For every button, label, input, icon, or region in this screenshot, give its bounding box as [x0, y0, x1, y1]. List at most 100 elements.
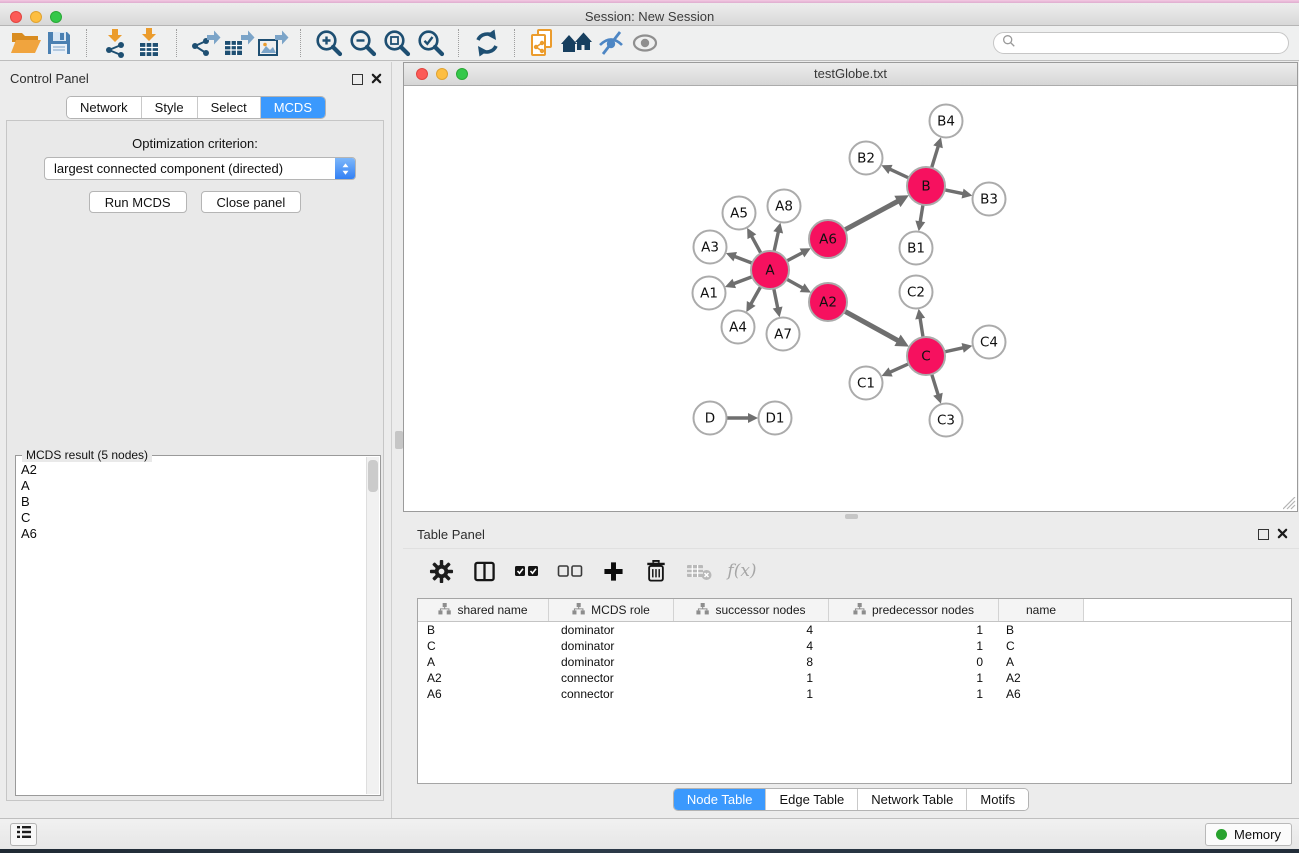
- graph-edge-A-A4[interactable]: [746, 287, 760, 312]
- graph-edge-A-A1[interactable]: [725, 277, 752, 288]
- graph-edge-A6-B[interactable]: [845, 195, 909, 229]
- columns-icon[interactable]: [470, 560, 498, 583]
- tab-motifs[interactable]: Motifs: [966, 789, 1028, 810]
- graph-edge-A-A7[interactable]: [773, 289, 783, 317]
- import-network-icon[interactable]: [98, 26, 132, 60]
- doc-share-icon[interactable]: [526, 26, 560, 60]
- mcds-result-item[interactable]: C: [21, 510, 366, 526]
- tab-network[interactable]: Network: [67, 97, 141, 118]
- horizontal-splitter-handle[interactable]: [845, 514, 858, 519]
- show-eye-icon[interactable]: [628, 26, 662, 60]
- home-icon[interactable]: [560, 26, 594, 60]
- close-window-button[interactable]: [10, 11, 22, 23]
- table-close-icon[interactable]: [1277, 526, 1288, 544]
- table-row[interactable]: Adominator80A: [418, 654, 1291, 670]
- export-image-icon[interactable]: [256, 26, 290, 60]
- graph-edge-A2-C[interactable]: [845, 311, 909, 346]
- optimization-criterion-dropdown[interactable]: largest connected component (directed): [44, 157, 356, 180]
- graph-node-A1[interactable]: A1: [693, 277, 726, 310]
- zoom-window-button[interactable]: [50, 11, 62, 23]
- graph-node-B1[interactable]: B1: [900, 232, 933, 265]
- graph-node-A7[interactable]: A7: [767, 318, 800, 351]
- graph-node-C3[interactable]: C3: [930, 404, 963, 437]
- graph-edge-D-D1[interactable]: [727, 413, 758, 423]
- save-icon[interactable]: [42, 26, 76, 60]
- mcds-result-item[interactable]: A2: [21, 462, 366, 478]
- select-all-icon[interactable]: [513, 563, 541, 579]
- network-close-button[interactable]: [416, 68, 428, 80]
- graph-edge-C-C3[interactable]: [932, 375, 943, 404]
- table-row[interactable]: A6connector11A6: [418, 686, 1291, 702]
- graph-node-C[interactable]: C: [907, 337, 945, 375]
- open-icon[interactable]: [8, 26, 42, 60]
- graph-node-B2[interactable]: B2: [850, 142, 883, 175]
- graph-node-A5[interactable]: A5: [723, 197, 756, 230]
- task-history-button[interactable]: [10, 823, 37, 846]
- close-panel-icon[interactable]: [371, 71, 382, 89]
- table-row[interactable]: Cdominator41C: [418, 638, 1291, 654]
- graph-edge-B-B4[interactable]: [932, 137, 943, 167]
- deselect-all-icon[interactable]: [556, 563, 584, 579]
- column-header-shared-name[interactable]: shared name: [418, 599, 549, 621]
- network-graph-canvas[interactable]: B4B2BB3A8A5A6A3B1AC2A1A2A4A7C4CC1C3DD1: [404, 86, 1297, 511]
- graph-edge-A-A3[interactable]: [726, 252, 752, 263]
- table-row[interactable]: A2connector11A2: [418, 670, 1291, 686]
- resize-grip-icon[interactable]: [1283, 497, 1296, 510]
- search-box[interactable]: [993, 32, 1289, 54]
- zoom-in-icon[interactable]: [312, 26, 346, 60]
- hide-eye-icon[interactable]: [594, 26, 628, 60]
- graph-node-C4[interactable]: C4: [973, 326, 1006, 359]
- graph-node-A6[interactable]: A6: [809, 220, 847, 258]
- graph-node-A4[interactable]: A4: [722, 311, 755, 344]
- graph-edge-B-B3[interactable]: [945, 189, 972, 199]
- mcds-result-item[interactable]: B: [21, 494, 366, 510]
- graph-edge-A-A2[interactable]: [787, 279, 811, 292]
- tab-network-table[interactable]: Network Table: [857, 789, 966, 810]
- graph-node-C1[interactable]: C1: [850, 367, 883, 400]
- mcds-result-item[interactable]: A6: [21, 526, 366, 542]
- float-panel-icon[interactable]: [352, 72, 363, 90]
- zoom-fit-icon[interactable]: [380, 26, 414, 60]
- graph-node-C2[interactable]: C2: [900, 276, 933, 309]
- graph-edge-A-A8[interactable]: [773, 223, 783, 251]
- zoom-selected-icon[interactable]: [414, 26, 448, 60]
- graph-node-A8[interactable]: A8: [768, 190, 801, 223]
- export-network-icon[interactable]: [188, 26, 222, 60]
- graph-edge-C-C4[interactable]: [945, 343, 972, 353]
- graph-node-B[interactable]: B: [907, 167, 945, 205]
- search-input[interactable]: [1021, 35, 1280, 51]
- column-header-name[interactable]: name: [999, 599, 1084, 621]
- graph-edge-C-C1[interactable]: [882, 364, 909, 376]
- graph-edge-C-C2[interactable]: [915, 309, 925, 337]
- gear-icon[interactable]: [427, 559, 455, 584]
- network-minimize-button[interactable]: [436, 68, 448, 80]
- tab-style[interactable]: Style: [141, 97, 197, 118]
- column-header-MCDS-role[interactable]: MCDS role: [549, 599, 674, 621]
- tab-select[interactable]: Select: [197, 97, 260, 118]
- table-float-icon[interactable]: [1258, 527, 1269, 545]
- column-header-successor-nodes[interactable]: successor nodes: [674, 599, 829, 621]
- run-mcds-button[interactable]: Run MCDS: [89, 191, 187, 213]
- tab-node-table[interactable]: Node Table: [674, 789, 766, 810]
- tab-mcds[interactable]: MCDS: [260, 97, 325, 118]
- import-table-icon[interactable]: [132, 26, 166, 60]
- tab-edge-table[interactable]: Edge Table: [765, 789, 857, 810]
- column-header-predecessor-nodes[interactable]: predecessor nodes: [829, 599, 999, 621]
- trash-icon[interactable]: [642, 559, 670, 583]
- main-titlebar[interactable]: Session: New Session: [0, 3, 1299, 26]
- close-panel-button[interactable]: Close panel: [201, 191, 302, 213]
- add-icon[interactable]: [599, 561, 627, 582]
- export-table-icon[interactable]: [222, 26, 256, 60]
- graph-edge-A-A6[interactable]: [787, 248, 811, 261]
- mcds-result-list[interactable]: A2ABCA6: [17, 458, 366, 794]
- graph-node-A3[interactable]: A3: [694, 231, 727, 264]
- graph-node-B4[interactable]: B4: [930, 105, 963, 138]
- zoom-out-icon[interactable]: [346, 26, 380, 60]
- mcds-list-scrollbar[interactable]: [366, 457, 379, 794]
- minimize-window-button[interactable]: [30, 11, 42, 23]
- graph-node-A2[interactable]: A2: [809, 283, 847, 321]
- graph-edge-A-A5[interactable]: [747, 228, 761, 253]
- graph-node-B3[interactable]: B3: [973, 183, 1006, 216]
- graph-edge-B-B2[interactable]: [881, 165, 908, 178]
- graph-node-D1[interactable]: D1: [759, 402, 792, 435]
